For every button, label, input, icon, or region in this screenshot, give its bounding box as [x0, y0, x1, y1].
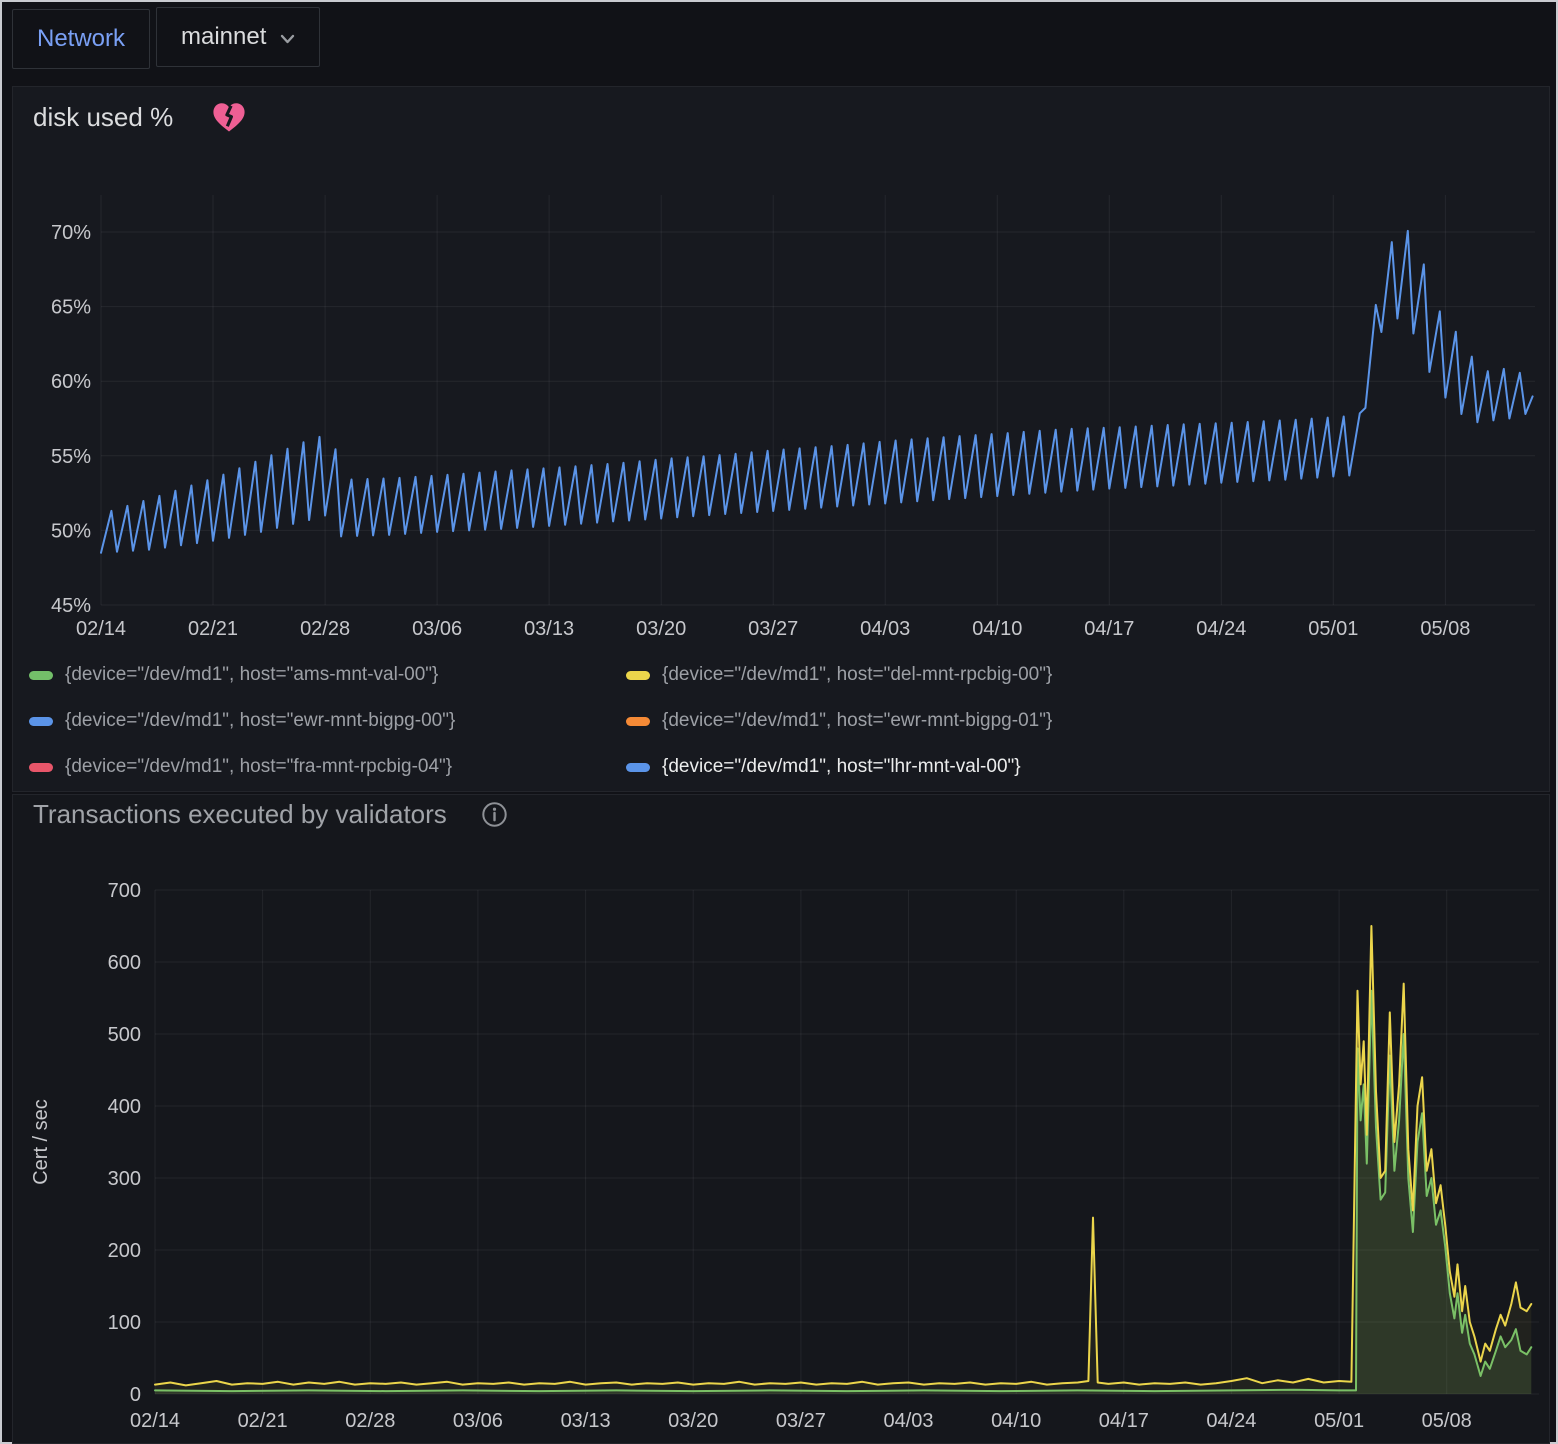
legend-label[interactable]: {device="/dev/md1", host="del-mnt-rpcbig…	[662, 664, 1052, 686]
svg-text:03/06: 03/06	[453, 1410, 503, 1432]
svg-text:04/03: 04/03	[860, 618, 910, 640]
info-icon[interactable]	[481, 801, 508, 828]
svg-text:04/24: 04/24	[1196, 618, 1246, 640]
svg-text:45%: 45%	[51, 595, 91, 617]
svg-text:03/27: 03/27	[776, 1410, 826, 1432]
legend-color-pill	[29, 763, 53, 772]
svg-text:100: 100	[108, 1312, 141, 1334]
svg-text:05/08: 05/08	[1422, 1410, 1472, 1432]
legend-color-pill	[626, 763, 650, 772]
svg-text:03/27: 03/27	[748, 618, 798, 640]
svg-text:50%: 50%	[51, 520, 91, 542]
legend-item[interactable]: {device="/dev/md1", host="ewr-mnt-bigpg-…	[626, 698, 1052, 744]
legend-item[interactable]: {device="/dev/md1", host="lhr-mnt-val-00…	[626, 744, 1052, 790]
transactions-chart[interactable]: 02/14 02/21 02/28 03/06 03/13 03/20 03/27 04/03…	[13, 851, 1551, 1441]
legend-color-pill	[626, 671, 650, 680]
svg-text:05/08: 05/08	[1420, 618, 1470, 640]
svg-text:02/14: 02/14	[130, 1410, 180, 1432]
svg-text:700: 700	[108, 880, 141, 902]
legend-item[interactable]: {device="/dev/md1", host="fra-mnt-rpcbig…	[29, 744, 626, 790]
legend-label[interactable]: {device="/dev/md1", host="ams-mnt-val-00…	[65, 664, 438, 686]
svg-text:02/28: 02/28	[345, 1410, 395, 1432]
svg-text:400: 400	[108, 1096, 141, 1118]
svg-text:04/03: 04/03	[883, 1410, 933, 1432]
svg-text:03/20: 03/20	[668, 1410, 718, 1432]
svg-text:04/24: 04/24	[1206, 1410, 1256, 1432]
svg-text:04/10: 04/10	[972, 618, 1022, 640]
svg-text:05/01: 05/01	[1308, 618, 1358, 640]
svg-text:05/01: 05/01	[1314, 1410, 1364, 1432]
svg-text:03/13: 03/13	[524, 618, 574, 640]
variable-value-dropdown[interactable]: mainnet	[156, 7, 320, 67]
svg-text:03/06: 03/06	[412, 618, 462, 640]
svg-text:Cert / sec: Cert / sec	[30, 1099, 52, 1185]
legend-item[interactable]: {device="/dev/md1", host="ewr-mnt-bigpg-…	[29, 698, 626, 744]
svg-text:500: 500	[108, 1024, 141, 1046]
svg-text:04/17: 04/17	[1084, 618, 1134, 640]
svg-text:60%: 60%	[51, 371, 91, 393]
variable-value-text: mainnet	[181, 23, 266, 51]
legend-label[interactable]: {device="/dev/md1", host="ewr-mnt-bigpg-…	[662, 710, 1052, 732]
variable-label-network[interactable]: Network	[12, 9, 150, 69]
legend: {device="/dev/md1", host="ams-mnt-val-00…	[29, 652, 1052, 790]
legend-color-pill	[29, 717, 53, 726]
legend-color-pill	[626, 717, 650, 726]
legend-color-pill	[29, 671, 53, 680]
svg-text:03/20: 03/20	[636, 618, 686, 640]
legend-label[interactable]: {device="/dev/md1", host="lhr-mnt-val-00…	[662, 756, 1021, 778]
svg-text:04/10: 04/10	[991, 1410, 1041, 1432]
legend-item[interactable]: {device="/dev/md1", host="del-mnt-rpcbig…	[626, 652, 1052, 698]
svg-text:04/17: 04/17	[1099, 1410, 1149, 1432]
svg-text:03/13: 03/13	[561, 1410, 611, 1432]
svg-text:02/21: 02/21	[238, 1410, 288, 1432]
svg-text:65%: 65%	[51, 297, 91, 319]
panel-transactions: Transactions executed by validators 02/1…	[12, 794, 1550, 1444]
dashboard: Network mainnet disk used % 02/1402/2102…	[0, 0, 1558, 1444]
svg-text:300: 300	[108, 1168, 141, 1190]
legend-label[interactable]: {device="/dev/md1", host="fra-mnt-rpcbig…	[65, 756, 452, 778]
svg-text:02/21: 02/21	[188, 618, 238, 640]
legend-label[interactable]: {device="/dev/md1", host="ewr-mnt-bigpg-…	[65, 710, 455, 732]
svg-text:600: 600	[108, 952, 141, 974]
panel-title[interactable]: disk used %	[33, 102, 173, 133]
svg-text:02/14: 02/14	[76, 618, 126, 640]
svg-text:55%: 55%	[51, 446, 91, 468]
legend-item[interactable]: {device="/dev/md1", host="ams-mnt-val-00…	[29, 652, 626, 698]
alert-broken-heart-icon[interactable]	[211, 101, 247, 134]
svg-text:200: 200	[108, 1240, 141, 1262]
panel-disk-used: disk used % 02/14 02/21 02/28 03/06 03/13 03/…	[12, 86, 1550, 792]
panel-title[interactable]: Transactions executed by validators	[33, 799, 447, 830]
chevron-down-icon	[280, 34, 295, 44]
svg-text:0: 0	[130, 1384, 141, 1406]
svg-text:70%: 70%	[51, 222, 91, 244]
variable-label-text: Network	[37, 25, 125, 53]
disk-used-chart[interactable]: 02/14 02/21 02/28 03/06 03/13 03/20 03/27 04/03…	[13, 183, 1551, 653]
svg-text:02/28: 02/28	[300, 618, 350, 640]
